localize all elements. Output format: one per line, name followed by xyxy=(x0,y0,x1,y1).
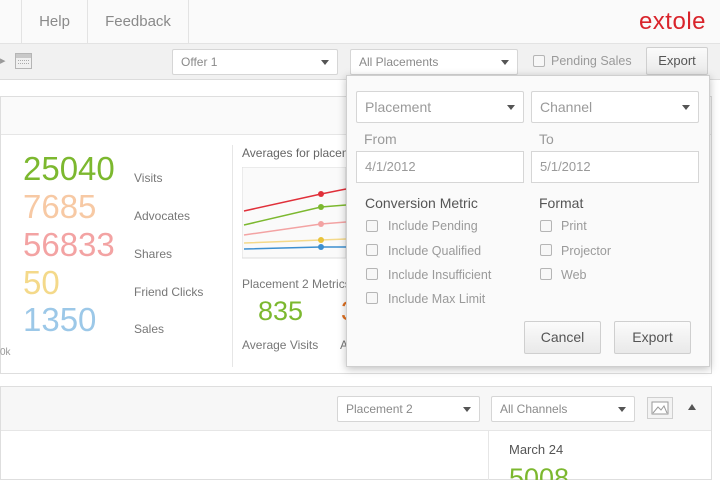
include-max-limit-label: Include Max Limit xyxy=(388,292,486,306)
collapse-icon[interactable] xyxy=(688,404,696,410)
advocates-label: Advocates xyxy=(134,209,191,223)
date-prev-icon[interactable]: ▸ xyxy=(0,54,6,67)
format-heading: Format xyxy=(539,195,584,211)
all-channels-select-value: All Channels xyxy=(500,402,568,416)
popup-cancel-label: Cancel xyxy=(540,329,585,345)
placements-select[interactable]: All Placements xyxy=(350,49,518,75)
shares-label: Shares xyxy=(134,247,173,261)
chevron-down-icon xyxy=(618,407,626,412)
placement-metrics-label: Placement 2 Metrics xyxy=(242,277,347,291)
top-nav: Help Feedback extole xyxy=(0,0,720,44)
chevron-down-icon xyxy=(501,60,509,65)
include-pending-label: Include Pending xyxy=(388,219,478,233)
print-checkbox[interactable] xyxy=(540,220,552,232)
projector-label: Projector xyxy=(561,244,612,258)
nav-help[interactable]: Help xyxy=(21,0,87,44)
extole-logo[interactable]: extole xyxy=(639,8,706,36)
web-label: Web xyxy=(561,268,587,282)
include-qualified-label: Include Qualified xyxy=(388,244,482,258)
chevron-down-icon xyxy=(682,105,690,110)
average-visits-label: Average Visits xyxy=(242,338,319,352)
projector-checkbox[interactable] xyxy=(540,244,552,256)
conversion-metric-heading: Conversion Metric xyxy=(365,195,478,211)
friend-clicks-value: 50 xyxy=(23,264,60,301)
chevron-down-icon xyxy=(507,105,515,110)
export-popup: Placement Channel From To 4/1/2012 5/1/2… xyxy=(346,75,710,367)
chevron-down-icon xyxy=(463,407,471,412)
visits-value: 25040 xyxy=(23,150,115,187)
popup-placement-value: Placement xyxy=(365,99,432,115)
popup-placement-select[interactable]: Placement xyxy=(356,91,524,123)
nav-item-blank[interactable] xyxy=(0,0,21,44)
image-icon[interactable] xyxy=(647,397,673,419)
calendar-icon[interactable] xyxy=(15,53,32,69)
placements-select-value: All Placements xyxy=(359,55,439,69)
chart-title: Averages for placem xyxy=(242,146,352,160)
include-max-limit-checkbox[interactable] xyxy=(366,292,378,304)
divider xyxy=(232,145,233,367)
popup-export-label: Export xyxy=(632,329,673,345)
lower-divider xyxy=(488,431,489,480)
average-visits-value: 835 xyxy=(258,296,304,326)
popup-export-button[interactable]: Export xyxy=(614,321,691,354)
mini-line-chart xyxy=(242,167,347,259)
popup-channel-value: Channel xyxy=(540,99,593,115)
lower-card-header: Placement 2 All Channels xyxy=(1,387,711,431)
nav-feedback[interactable]: Feedback xyxy=(87,0,189,44)
sales-value: 1350 xyxy=(23,301,97,338)
all-channels-select[interactable]: All Channels xyxy=(491,396,635,422)
placement-2-select-value: Placement 2 xyxy=(346,402,413,416)
include-insufficient-label: Include Insufficient xyxy=(388,268,492,282)
chevron-down-icon xyxy=(321,60,329,65)
print-label: Print xyxy=(561,219,587,233)
shares-value: 56833 xyxy=(23,226,115,263)
sales-label: Sales xyxy=(134,322,165,336)
web-checkbox[interactable] xyxy=(540,268,552,280)
lower-partial-value: 5008 xyxy=(509,463,570,480)
placement-2-select[interactable]: Placement 2 xyxy=(337,396,480,422)
popup-cancel-button[interactable]: Cancel xyxy=(524,321,601,354)
pending-sales-checkbox[interactable] xyxy=(533,55,545,67)
visits-label: Visits xyxy=(134,171,163,185)
lower-date: March 24 xyxy=(509,442,564,457)
to-date-input[interactable]: 5/1/2012 xyxy=(531,151,699,183)
export-button-label: Export xyxy=(658,53,696,68)
include-pending-checkbox[interactable] xyxy=(366,220,378,232)
popup-channel-select[interactable]: Channel xyxy=(531,91,699,123)
from-label: From xyxy=(364,131,397,147)
to-label: To xyxy=(539,131,554,147)
include-insufficient-checkbox[interactable] xyxy=(366,268,378,280)
include-qualified-checkbox[interactable] xyxy=(366,244,378,256)
advocates-value: 7685 xyxy=(23,188,97,225)
offer-select-value: Offer 1 xyxy=(181,55,218,69)
axis-fragment: 0k xyxy=(0,347,11,358)
from-date-input[interactable]: 4/1/2012 xyxy=(356,151,524,183)
lower-card: Placement 2 All Channels March 24 5008 xyxy=(0,386,712,480)
friend-clicks-label: Friend Clicks xyxy=(134,285,204,299)
offer-select[interactable]: Offer 1 xyxy=(172,49,338,75)
pending-sales-label: Pending Sales xyxy=(551,54,632,68)
export-button[interactable]: Export xyxy=(646,47,708,75)
